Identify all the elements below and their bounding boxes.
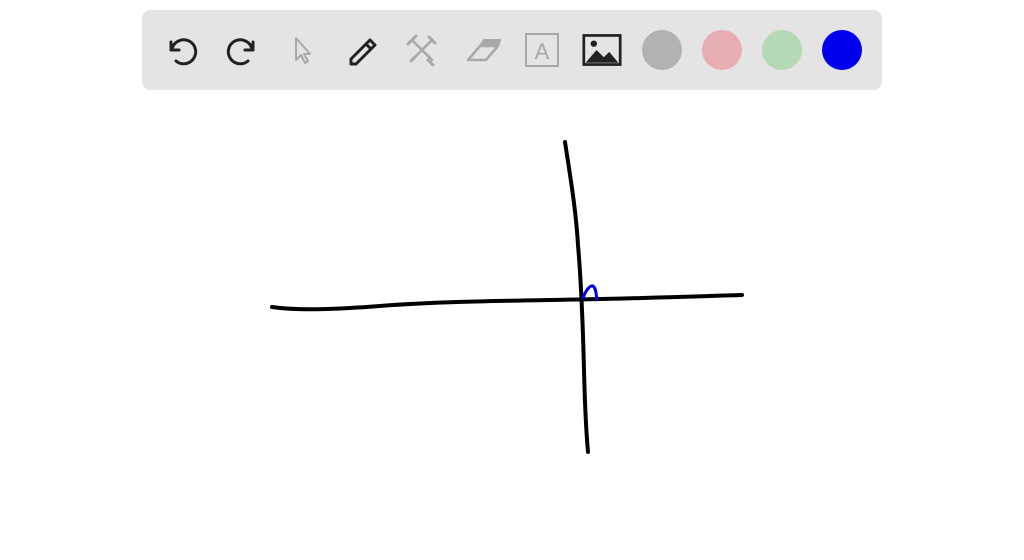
select-tool-button[interactable] bbox=[282, 30, 322, 70]
text-tool-button[interactable]: A bbox=[522, 30, 562, 70]
angle-arc-stroke bbox=[581, 284, 599, 301]
drawing-toolbar: A bbox=[142, 10, 882, 90]
tools-icon bbox=[406, 34, 437, 67]
color-swatch-green[interactable] bbox=[762, 30, 802, 70]
color-swatch-blue[interactable] bbox=[822, 30, 862, 70]
undo-icon bbox=[169, 38, 198, 66]
pen-tool-button[interactable] bbox=[342, 30, 382, 70]
redo-button[interactable] bbox=[222, 30, 262, 70]
text-icon-glyph: A bbox=[535, 39, 550, 64]
whiteboard-page: A bbox=[0, 0, 1024, 560]
horizontal-axis-stroke bbox=[270, 293, 744, 312]
image-tool-button[interactable] bbox=[582, 30, 622, 70]
color-swatch-pink[interactable] bbox=[702, 30, 742, 70]
pointer-icon bbox=[295, 37, 311, 64]
image-icon bbox=[582, 34, 622, 66]
eraser-tool-button[interactable] bbox=[462, 30, 502, 70]
color-swatch-gray[interactable] bbox=[642, 30, 682, 70]
tools-button[interactable] bbox=[402, 30, 442, 70]
redo-icon bbox=[226, 38, 255, 66]
pencil-icon bbox=[349, 38, 377, 66]
undo-button[interactable] bbox=[162, 30, 202, 70]
eraser-icon bbox=[466, 39, 501, 62]
text-icon: A bbox=[525, 33, 559, 67]
